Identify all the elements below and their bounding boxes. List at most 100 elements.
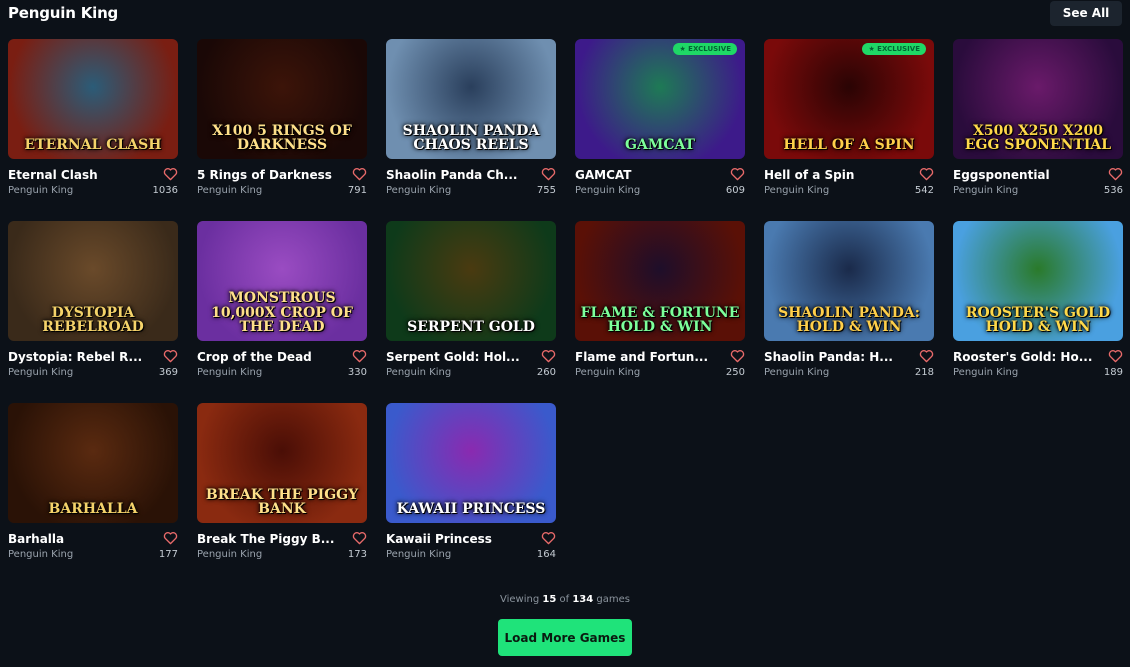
game-thumbnail[interactable]: ROOSTER'S GOLD HOLD & WIN: [953, 221, 1123, 341]
heart-icon[interactable]: [352, 531, 367, 545]
game-thumbnail[interactable]: FLAME & FORTUNE HOLD & WIN: [575, 221, 745, 341]
viewing-total: 134: [572, 594, 594, 605]
game-thumbnail[interactable]: X100 5 RINGS OF DARKNESS: [197, 39, 367, 159]
game-card[interactable]: X100 5 RINGS OF DARKNESS 5 Rings of Darkn…: [197, 39, 367, 221]
game-name[interactable]: Shaolin Panda Ch...: [386, 167, 526, 183]
game-card[interactable]: ROOSTER'S GOLD HOLD & WIN Rooster's Gold:…: [953, 221, 1123, 403]
game-provider[interactable]: Penguin King: [575, 367, 715, 378]
heart-icon[interactable]: [541, 167, 556, 181]
game-card[interactable]: BARHALLA Barhalla Penguin King 177: [8, 403, 178, 585]
game-provider[interactable]: Penguin King: [8, 185, 148, 196]
game-card[interactable]: BREAK THE PIGGY BANK Break The Piggy B...…: [197, 403, 367, 585]
game-provider[interactable]: Penguin King: [8, 367, 148, 378]
game-name[interactable]: Dystopia: Rebel R...: [8, 349, 148, 365]
game-name[interactable]: Crop of the Dead: [197, 349, 337, 365]
heart-icon[interactable]: [163, 349, 178, 363]
game-card[interactable]: SHAOLIN PANDA CHAOS REELS Shaolin Panda C…: [386, 39, 556, 221]
game-thumbnail[interactable]: BARHALLA: [8, 403, 178, 523]
heart-icon[interactable]: [541, 349, 556, 363]
game-provider[interactable]: Penguin King: [8, 549, 148, 560]
game-name[interactable]: Break The Piggy B...: [197, 531, 337, 547]
game-provider[interactable]: Penguin King: [386, 549, 526, 560]
game-name[interactable]: Eternal Clash: [8, 167, 148, 183]
pagination-footer: Viewing 15 of 134 games Load More Games: [0, 594, 1130, 656]
game-thumbnail[interactable]: ★ EXCLUSIVE HELL OF A SPIN: [764, 39, 934, 159]
game-provider[interactable]: Penguin King: [953, 367, 1093, 378]
game-name[interactable]: Rooster's Gold: Ho...: [953, 349, 1093, 365]
game-card[interactable]: SHAOLIN PANDA: HOLD & WIN Shaolin Panda: …: [764, 221, 934, 403]
exclusive-badge: ★ EXCLUSIVE: [862, 43, 926, 55]
game-name[interactable]: Kawaii Princess: [386, 531, 526, 547]
like-count: 250: [725, 367, 745, 378]
game-provider[interactable]: Penguin King: [764, 185, 904, 196]
game-card[interactable]: MONSTROUS 10,000X CROP OF THE DEAD Crop o…: [197, 221, 367, 403]
game-name[interactable]: 5 Rings of Darkness: [197, 167, 337, 183]
game-name[interactable]: Barhalla: [8, 531, 148, 547]
heart-icon[interactable]: [919, 349, 934, 363]
like-count: 173: [347, 549, 367, 560]
load-more-button[interactable]: Load More Games: [498, 619, 632, 656]
viewing-count: Viewing 15 of 134 games: [500, 594, 630, 605]
game-provider[interactable]: Penguin King: [197, 549, 337, 560]
game-name[interactable]: Serpent Gold: Hol...: [386, 349, 526, 365]
game-artwork-title: DYSTOPIA REBELROAD: [42, 304, 144, 336]
heart-icon[interactable]: [163, 531, 178, 545]
section-header: Penguin King See All: [8, 0, 1122, 26]
like-count: 218: [914, 367, 934, 378]
game-thumbnail[interactable]: KAWAII PRINCESS: [386, 403, 556, 523]
heart-icon[interactable]: [1108, 349, 1123, 363]
game-thumbnail[interactable]: ETERNAL CLASH: [8, 39, 178, 159]
viewing-suffix: games: [596, 594, 630, 605]
see-all-button[interactable]: See All: [1050, 0, 1122, 26]
game-thumbnail[interactable]: SHAOLIN PANDA CHAOS REELS: [386, 39, 556, 159]
game-artwork-title: MONSTROUS 10,000X CROP OF THE DEAD: [211, 289, 353, 336]
game-thumbnail[interactable]: MONSTROUS 10,000X CROP OF THE DEAD: [197, 221, 367, 341]
game-thumbnail[interactable]: DYSTOPIA REBELROAD: [8, 221, 178, 341]
game-provider[interactable]: Penguin King: [953, 185, 1093, 196]
game-thumbnail[interactable]: ★ EXCLUSIVE GAMCAT: [575, 39, 745, 159]
game-thumbnail[interactable]: SERPENT GOLD: [386, 221, 556, 341]
game-provider[interactable]: Penguin King: [764, 367, 904, 378]
heart-icon[interactable]: [541, 531, 556, 545]
heart-icon[interactable]: [730, 167, 745, 181]
game-artwork-title: BARHALLA: [48, 501, 138, 518]
heart-icon[interactable]: [352, 349, 367, 363]
game-card[interactable]: KAWAII PRINCESS Kawaii Princess Penguin Ki…: [386, 403, 556, 585]
game-provider[interactable]: Penguin King: [197, 367, 337, 378]
game-artwork-title: GAMCAT: [625, 137, 695, 154]
game-card[interactable]: ★ EXCLUSIVE GAMCAT GAMCAT Penguin King 609: [575, 39, 745, 221]
heart-icon[interactable]: [1108, 167, 1123, 181]
game-card[interactable]: ETERNAL CLASH Eternal Clash Penguin King 10…: [8, 39, 178, 221]
like-count: 609: [725, 185, 745, 196]
like-count: 164: [536, 549, 556, 560]
game-artwork-title: ETERNAL CLASH: [24, 137, 162, 154]
game-name[interactable]: GAMCAT: [575, 167, 715, 183]
heart-icon[interactable]: [352, 167, 367, 181]
game-card[interactable]: SERPENT GOLD Serpent Gold: Hol... Penguin …: [386, 221, 556, 403]
game-name[interactable]: Eggsponential: [953, 167, 1093, 183]
heart-icon[interactable]: [919, 167, 934, 181]
game-provider[interactable]: Penguin King: [386, 367, 526, 378]
game-card[interactable]: ★ EXCLUSIVE HELL OF A SPIN Hell of a Spin P…: [764, 39, 934, 221]
like-count: 260: [536, 367, 556, 378]
game-name[interactable]: Shaolin Panda: H...: [764, 349, 904, 365]
section-title: Penguin King: [8, 4, 119, 22]
like-count: 177: [158, 549, 178, 560]
game-artwork-title: FLAME & FORTUNE HOLD & WIN: [580, 304, 740, 336]
game-thumbnail[interactable]: X500 X250 X200 EGG SPONENTIAL: [953, 39, 1123, 159]
heart-icon[interactable]: [163, 167, 178, 181]
game-name[interactable]: Flame and Fortun...: [575, 349, 715, 365]
game-thumbnail[interactable]: BREAK THE PIGGY BANK: [197, 403, 367, 523]
game-card[interactable]: DYSTOPIA REBELROAD Dystopia: Rebel R... Pe…: [8, 221, 178, 403]
game-card[interactable]: X500 X250 X200 EGG SPONENTIAL Eggsponenti…: [953, 39, 1123, 221]
like-count: 755: [536, 185, 556, 196]
heart-icon[interactable]: [730, 349, 745, 363]
game-provider[interactable]: Penguin King: [386, 185, 526, 196]
game-provider[interactable]: Penguin King: [575, 185, 715, 196]
game-card[interactable]: FLAME & FORTUNE HOLD & WIN Flame and Fort…: [575, 221, 745, 403]
like-count: 189: [1103, 367, 1123, 378]
like-count: 791: [347, 185, 367, 196]
game-thumbnail[interactable]: SHAOLIN PANDA: HOLD & WIN: [764, 221, 934, 341]
game-name[interactable]: Hell of a Spin: [764, 167, 904, 183]
game-provider[interactable]: Penguin King: [197, 185, 337, 196]
